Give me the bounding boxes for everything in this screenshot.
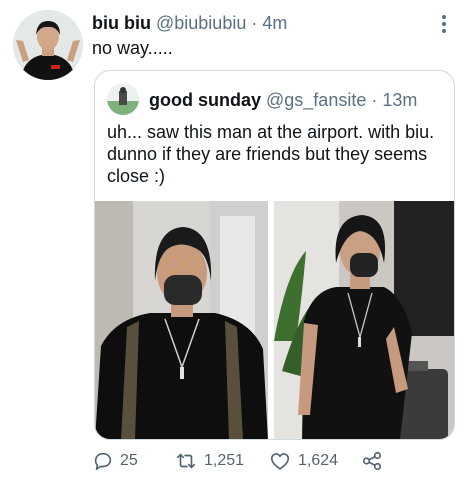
tweet-header: biu biu @biubiubiu · 4m [92,12,287,34]
tweet-timestamp[interactable]: 4m [262,13,287,33]
tweet-actions: 25 1,251 1,624 [92,449,390,473]
separator-dot: · [251,13,258,33]
reply-icon [94,452,112,471]
quoted-avatar[interactable] [107,83,139,115]
quoted-photo-right[interactable] [274,201,454,439]
avatar[interactable] [13,10,83,80]
author-handle[interactable]: @biubiubiu [156,13,246,33]
retweet-icon [176,453,196,469]
quoted-separator-dot: · [371,90,378,110]
retweet-count: 1,251 [204,452,245,469]
quoted-photo-left[interactable] [95,201,268,439]
quoted-header: good sunday @gs_fansite · 13m [149,89,417,111]
reply-button[interactable]: 25 [92,450,174,472]
quoted-author-handle[interactable]: @gs_fansite [266,90,366,110]
tweet-text: no way..... [92,38,173,58]
quoted-author-name[interactable]: good sunday [149,90,261,110]
more-icon[interactable] [436,12,452,36]
retweet-button[interactable]: 1,251 [174,450,268,472]
quoted-timestamp[interactable]: 13m [382,90,417,110]
quoted-tweet-text: uh... saw this man at the airport. with … [107,122,435,186]
quoted-tweet[interactable]: good sunday @gs_fansite · 13m uh... saw … [94,70,455,440]
reply-count: 25 [120,452,138,469]
share-icon [362,451,382,471]
like-icon [270,453,290,470]
like-count: 1,624 [298,452,339,469]
share-button[interactable] [360,450,390,472]
like-button[interactable]: 1,624 [268,450,360,472]
author-name[interactable]: biu biu [92,13,151,33]
